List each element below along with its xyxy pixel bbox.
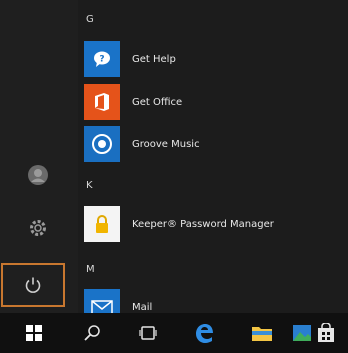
group-header-m[interactable]: M xyxy=(86,264,95,275)
start-rail xyxy=(0,0,78,313)
app-label: Get Help xyxy=(132,53,176,65)
office-icon xyxy=(84,84,120,120)
file-explorer-button[interactable] xyxy=(240,313,284,353)
search-button[interactable] xyxy=(70,313,114,353)
app-get-help[interactable]: ? Get Help xyxy=(84,40,338,78)
app-label: Get Office xyxy=(132,96,183,108)
keeper-lock-icon xyxy=(84,206,120,242)
user-icon xyxy=(28,165,48,185)
store-button[interactable] xyxy=(304,313,348,353)
power-icon xyxy=(25,277,41,293)
group-header-g[interactable]: G xyxy=(86,14,94,25)
taskbar xyxy=(0,313,348,353)
get-help-icon: ? xyxy=(84,41,120,77)
start-button[interactable] xyxy=(12,313,56,353)
app-label: Groove Music xyxy=(132,138,200,150)
file-explorer-icon xyxy=(252,327,272,341)
group-header-k[interactable]: K xyxy=(86,180,93,191)
search-icon xyxy=(84,325,100,341)
user-account-button[interactable] xyxy=(14,155,62,195)
store-icon xyxy=(318,323,334,342)
mail-icon xyxy=(84,289,120,313)
edge-browser-button[interactable] xyxy=(182,313,226,353)
app-label: Keeper® Password Manager xyxy=(132,218,274,230)
svg-text:?: ? xyxy=(99,55,104,65)
app-keeper-password-manager[interactable]: Keeper® Password Manager xyxy=(84,205,338,243)
power-button[interactable] xyxy=(1,263,65,307)
app-mail[interactable]: Mail xyxy=(84,288,338,313)
groove-music-icon xyxy=(84,126,120,162)
app-label: Mail xyxy=(132,301,153,313)
app-list: G ? Get Help Get Office Groove Music K K… xyxy=(78,0,348,313)
task-view-icon xyxy=(139,326,157,340)
app-get-office[interactable]: Get Office xyxy=(84,83,338,121)
edge-browser-icon xyxy=(196,324,213,343)
settings-gear-icon xyxy=(30,220,46,236)
settings-button[interactable] xyxy=(14,208,62,248)
windows-start-icon xyxy=(26,325,42,341)
start-menu: G ? Get Help Get Office Groove Music K K… xyxy=(0,0,348,313)
task-view-button[interactable] xyxy=(126,313,170,353)
app-groove-music[interactable]: Groove Music xyxy=(84,125,338,163)
